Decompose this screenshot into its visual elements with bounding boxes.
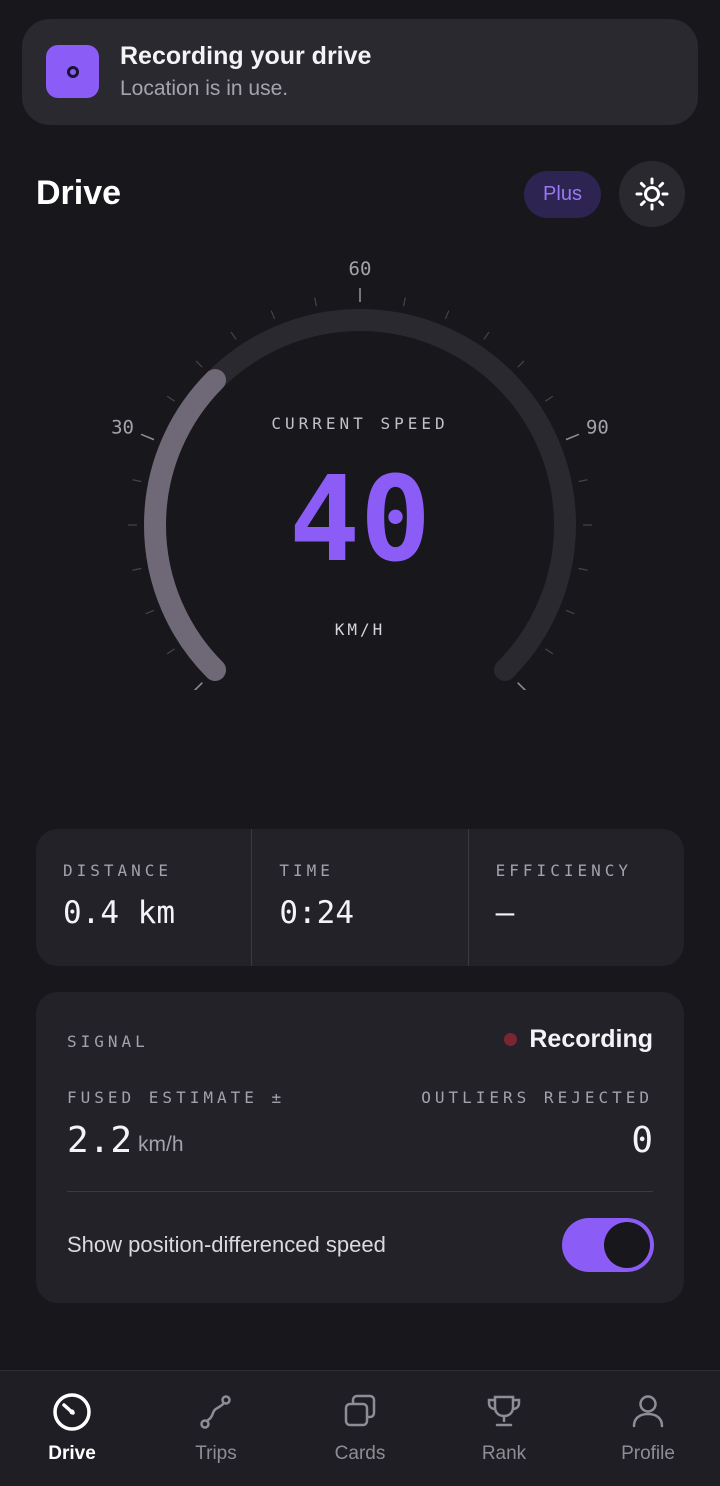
gauge-label: CURRENT SPEED bbox=[271, 414, 449, 433]
gauge-minor-tick bbox=[444, 310, 450, 320]
fused-estimate-label: FUSED ESTIMATE ± bbox=[67, 1088, 286, 1107]
toggle-knob bbox=[604, 1222, 650, 1268]
nav-item-trips[interactable]: Trips bbox=[144, 1371, 288, 1486]
person-icon bbox=[632, 1395, 664, 1428]
stat-efficiency: EFFICIENCY — bbox=[469, 829, 684, 966]
nav-item-rank[interactable]: Rank bbox=[432, 1371, 576, 1486]
nav-item-cards[interactable]: Cards bbox=[288, 1371, 432, 1486]
nav-label: Drive bbox=[48, 1443, 96, 1464]
fused-estimate-value: 2.2 bbox=[67, 1120, 133, 1161]
speed-unit: KM/H bbox=[334, 620, 386, 639]
stat-value: — bbox=[495, 895, 515, 931]
outliers-label: OUTLIERS REJECTED bbox=[421, 1088, 653, 1107]
gauge-minor-tick bbox=[166, 395, 175, 402]
position-speed-toggle[interactable] bbox=[562, 1218, 654, 1272]
gauge-minor-tick bbox=[145, 609, 155, 615]
bottom-navigation: Drive Trips Cards Rank Profile bbox=[0, 1370, 720, 1486]
fused-estimate-unit: km/h bbox=[138, 1133, 184, 1156]
gauge-minor-tick bbox=[314, 297, 318, 307]
sun-icon bbox=[635, 177, 669, 211]
gauge-major-tick bbox=[517, 682, 527, 690]
gauge-minor-tick bbox=[517, 360, 525, 368]
route-icon bbox=[200, 1395, 231, 1429]
gauge-minor-tick bbox=[270, 310, 276, 320]
speedometer-icon bbox=[53, 1393, 91, 1431]
stat-label: EFFICIENCY bbox=[495, 861, 632, 880]
gauge-minor-tick bbox=[483, 331, 490, 340]
stat-value: 0.4 km bbox=[63, 895, 175, 931]
record-icon bbox=[46, 45, 99, 98]
gauge-major-tick bbox=[140, 433, 155, 441]
gauge-major-tick bbox=[565, 433, 580, 441]
gauge-minor-tick bbox=[402, 297, 406, 307]
recording-status: Recording bbox=[504, 1025, 653, 1054]
gauge-minor-tick bbox=[166, 648, 175, 655]
signal-card: SIGNAL Recording FUSED ESTIMATE ± 2.2 km… bbox=[36, 992, 684, 1303]
nav-item-profile[interactable]: Profile bbox=[576, 1371, 720, 1486]
stat-distance: DISTANCE 0.4 km bbox=[36, 829, 253, 966]
trophy-icon bbox=[487, 1395, 521, 1427]
recording-notification[interactable] bbox=[22, 19, 698, 125]
notification-subtitle: Location is in use. bbox=[120, 77, 289, 100]
nav-item-drive[interactable]: Drive bbox=[0, 1371, 144, 1486]
page-title: Drive bbox=[36, 174, 122, 212]
stat-time: TIME 0:24 bbox=[252, 829, 469, 966]
stat-label: TIME bbox=[279, 861, 334, 880]
recording-dot-icon bbox=[504, 1033, 518, 1046]
notification-title: Recording your drive bbox=[120, 42, 372, 70]
recording-status-text: Recording bbox=[529, 1025, 653, 1053]
nav-label: Trips bbox=[195, 1443, 237, 1464]
nav-label: Cards bbox=[334, 1443, 386, 1464]
outliers-value: 0 bbox=[631, 1120, 653, 1161]
plus-badge[interactable]: Plus bbox=[524, 171, 601, 218]
stat-value: 0:24 bbox=[279, 895, 354, 931]
gauge-minor-tick bbox=[565, 609, 575, 615]
gauge-tick-label: 60 bbox=[349, 258, 372, 280]
nav-label: Profile bbox=[621, 1443, 675, 1464]
divider bbox=[67, 1191, 653, 1192]
gauge-major-tick bbox=[193, 682, 203, 690]
gauge-minor-tick bbox=[545, 648, 554, 655]
current-speed-value: 40 bbox=[288, 450, 432, 588]
gauge-minor-tick bbox=[195, 360, 203, 368]
signal-label: SIGNAL bbox=[67, 1032, 149, 1051]
nav-label: Rank bbox=[481, 1443, 527, 1464]
gauge-minor-tick bbox=[545, 395, 554, 402]
stat-label: DISTANCE bbox=[63, 861, 173, 880]
cards-icon bbox=[344, 1394, 376, 1427]
theme-toggle-button[interactable] bbox=[619, 161, 685, 227]
gauge-minor-tick bbox=[230, 331, 237, 340]
drive-screen: Recording your drive Location is in use.… bbox=[0, 0, 720, 1486]
toggle-label: Show position-differenced speed bbox=[67, 1232, 386, 1257]
trip-stats: DISTANCE 0.4 km TIME 0:24 EFFICIENCY — bbox=[36, 829, 684, 966]
